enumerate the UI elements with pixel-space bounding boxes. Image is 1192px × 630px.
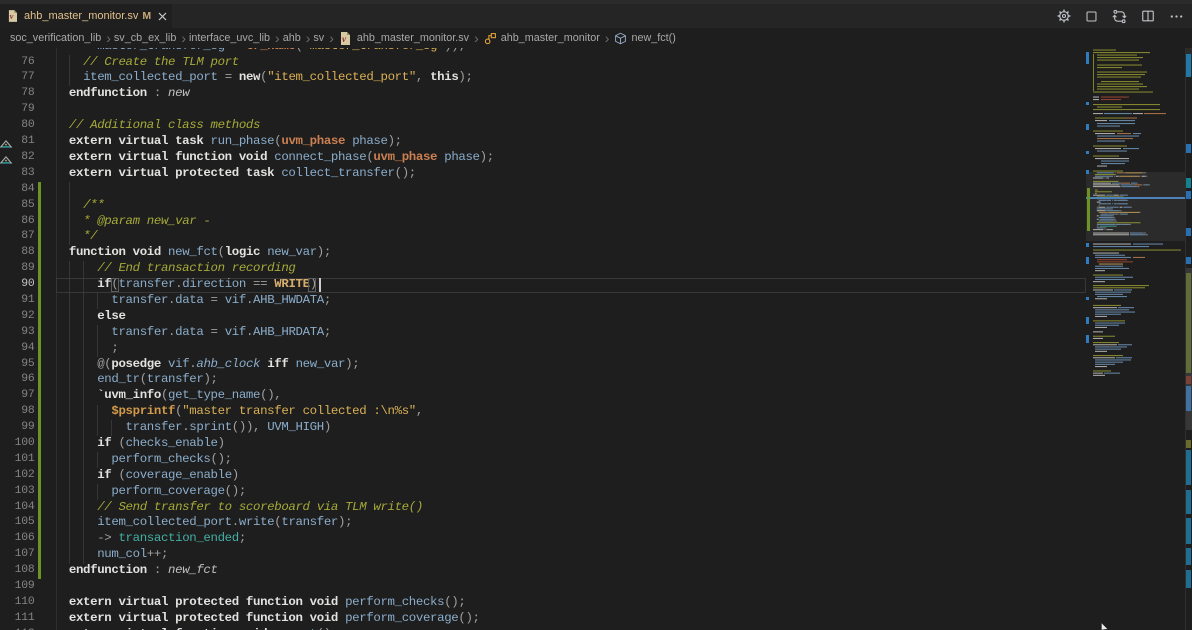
- svg-text:v: v: [10, 12, 14, 21]
